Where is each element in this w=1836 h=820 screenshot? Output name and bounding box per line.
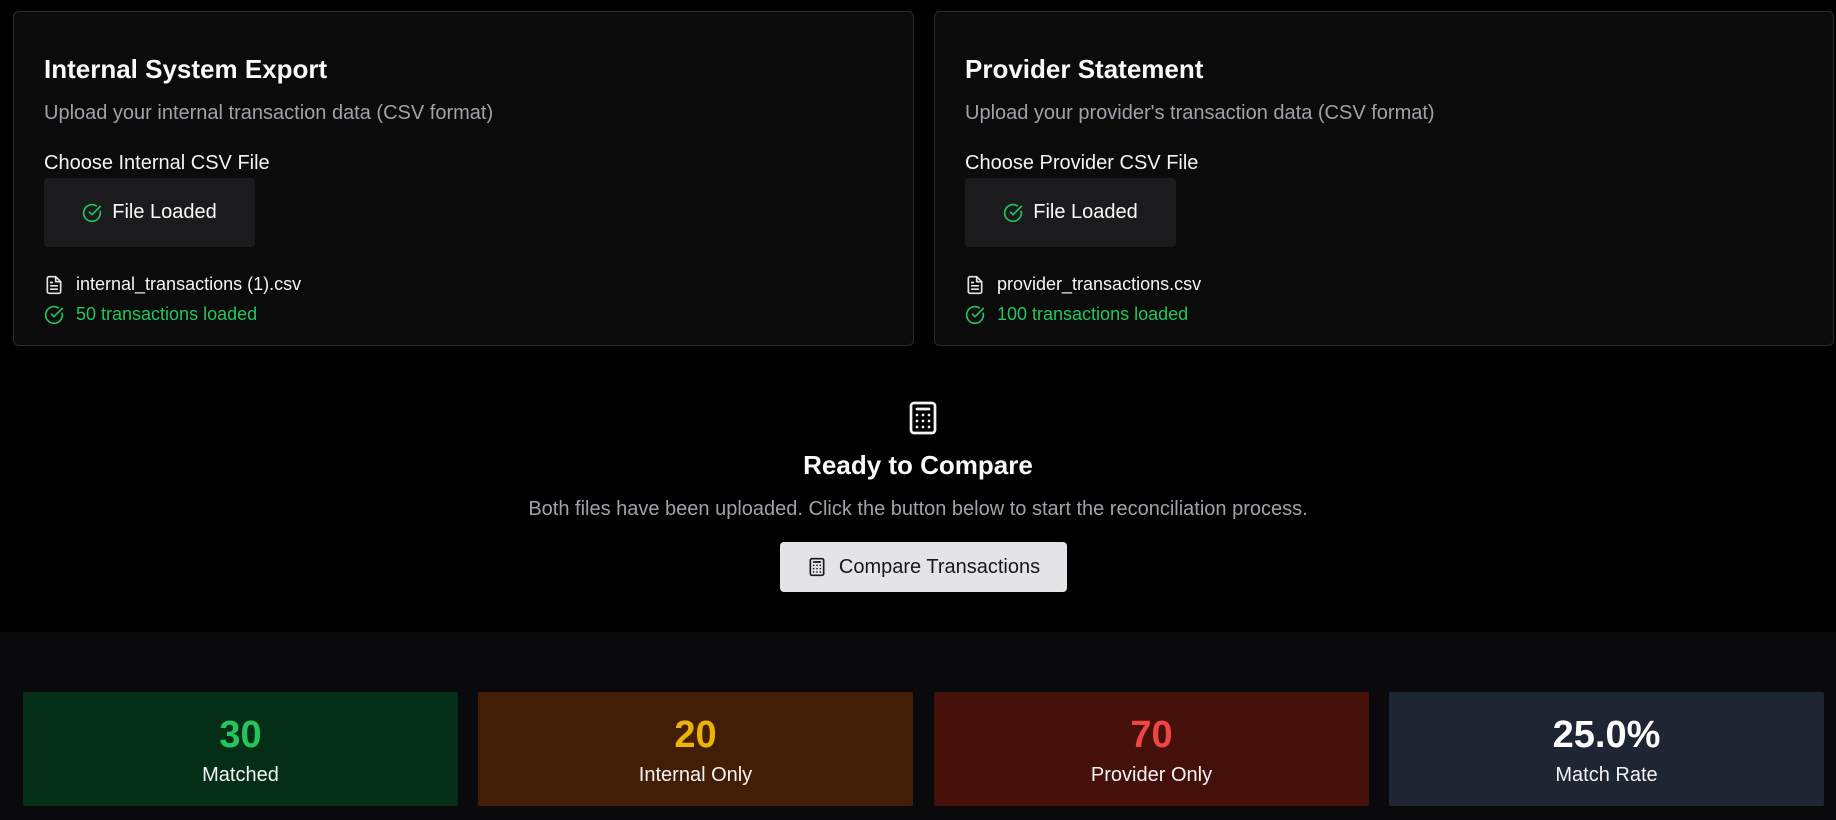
internal-count-text: 50 transactions loaded: [76, 304, 258, 324]
internal-file-name: internal_transactions (1).csv: [76, 274, 302, 294]
stat-match-rate-value: 25.0%: [1552, 714, 1661, 756]
check-circle-icon: [965, 305, 985, 325]
provider-file-name: provider_transactions.csv: [997, 274, 1202, 294]
results-summary: 30 Matched 20 Internal Only 70 Provider …: [0, 632, 1836, 820]
check-circle-icon: [1003, 203, 1023, 223]
calculator-icon: [905, 398, 941, 438]
stat-card-provider-only: 70 Provider Only: [934, 692, 1369, 806]
ready-description: Both files have been uploaded. Click the…: [528, 498, 1308, 520]
provider-card-title: Provider Statement: [965, 54, 1204, 84]
internal-card-description: Upload your internal transaction data (C…: [44, 102, 494, 124]
stat-matched-label: Matched: [202, 764, 279, 786]
stat-card-matched: 30 Matched: [23, 692, 458, 806]
internal-file-info: internal_transactions (1).csv: [44, 274, 301, 295]
internal-card-title: Internal System Export: [44, 54, 328, 84]
check-circle-icon: [82, 203, 102, 223]
stat-internal-only-label: Internal Only: [638, 764, 753, 786]
provider-upload-card: Provider Statement Upload your provider'…: [934, 11, 1834, 346]
compare-transactions-button[interactable]: Compare Transactions: [780, 542, 1067, 592]
ready-to-compare-section: Ready to Compare Both files have been up…: [0, 380, 1836, 630]
file-text-icon: [44, 275, 64, 295]
provider-count-text: 100 transactions loaded: [997, 304, 1189, 324]
internal-file-button-label: File Loaded: [112, 201, 217, 223]
file-text-icon: [965, 275, 985, 295]
stat-card-match-rate: 25.0% Match Rate: [1389, 692, 1824, 806]
internal-file-button[interactable]: File Loaded: [44, 178, 255, 247]
internal-count-info: 50 transactions loaded: [44, 304, 257, 325]
provider-card-description: Upload your provider's transaction data …: [965, 102, 1435, 124]
provider-count-info: 100 transactions loaded: [965, 304, 1188, 325]
provider-choose-label: Choose Provider CSV File: [965, 152, 1199, 174]
stat-match-rate-label: Match Rate: [1555, 764, 1658, 786]
stat-internal-only-value: 20: [674, 714, 717, 756]
stat-provider-only-value: 70: [1130, 714, 1173, 756]
internal-choose-label: Choose Internal CSV File: [44, 152, 270, 174]
internal-upload-card: Internal System Export Upload your inter…: [13, 11, 914, 346]
stat-card-internal-only: 20 Internal Only: [478, 692, 913, 806]
check-circle-icon: [44, 305, 64, 325]
stat-provider-only-label: Provider Only: [1090, 764, 1213, 786]
provider-file-info: provider_transactions.csv: [965, 274, 1201, 295]
calculator-icon: [807, 557, 827, 577]
compare-button-label: Compare Transactions: [838, 555, 1041, 578]
provider-file-button[interactable]: File Loaded: [965, 178, 1176, 247]
ready-title: Ready to Compare: [803, 450, 1033, 480]
provider-file-button-label: File Loaded: [1033, 201, 1138, 223]
stat-matched-value: 30: [219, 714, 262, 756]
